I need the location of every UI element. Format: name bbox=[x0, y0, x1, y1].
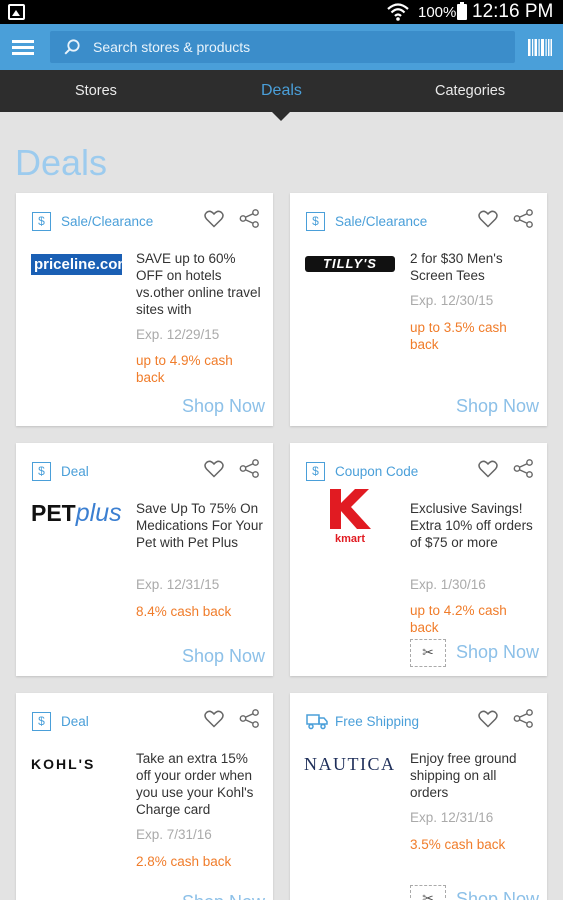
deal-card[interactable]: $ Deal KOHL'S Take an extra 15% off your… bbox=[16, 693, 273, 900]
tab-deals[interactable]: Deals bbox=[261, 82, 302, 100]
status-bar: 100% 12:16 PM bbox=[0, 0, 563, 24]
deal-expiry: Exp. 12/29/15 bbox=[136, 327, 220, 342]
shop-now-button[interactable]: Shop Now bbox=[182, 892, 265, 900]
menu-icon[interactable] bbox=[12, 40, 34, 55]
favorite-heart-icon[interactable] bbox=[478, 210, 498, 228]
dollar-icon: $ bbox=[32, 712, 51, 731]
share-icon[interactable] bbox=[239, 459, 260, 478]
store-logo-priceline: priceline.com bbox=[31, 254, 131, 275]
kmart-k-icon bbox=[330, 489, 371, 529]
share-icon[interactable] bbox=[513, 709, 534, 728]
search-icon bbox=[64, 39, 80, 55]
coupon-scissors-icon[interactable]: ✂ bbox=[410, 639, 446, 667]
wifi-icon bbox=[387, 3, 409, 21]
share-icon[interactable] bbox=[513, 209, 534, 228]
deal-card[interactable]: $ Deal PETplus Save Up To 75% On Medicat… bbox=[16, 443, 273, 676]
gallery-notification-icon bbox=[8, 4, 25, 20]
battery-percent: 100% bbox=[418, 4, 457, 21]
share-icon[interactable] bbox=[513, 459, 534, 478]
store-logo-kmart: kmart bbox=[325, 489, 375, 545]
deal-description: 2 for $30 Men's Screen Tees bbox=[410, 251, 503, 283]
truck-icon bbox=[306, 714, 328, 730]
deal-description: Save Up To 75% On Medications For Your P… bbox=[136, 501, 263, 550]
search-placeholder: Search stores & products bbox=[93, 39, 251, 55]
coupon-scissors-icon[interactable]: ✂ bbox=[410, 885, 446, 900]
search-input[interactable]: Search stores & products bbox=[50, 31, 515, 63]
clock: 12:16 PM bbox=[472, 1, 554, 22]
tab-stores[interactable]: Stores bbox=[75, 83, 117, 99]
deal-type: Sale/Clearance bbox=[61, 214, 154, 229]
dollar-icon: $ bbox=[32, 212, 51, 231]
barcode-scan-icon[interactable] bbox=[528, 39, 552, 56]
deal-description: Take an extra 15% off your order when yo… bbox=[136, 751, 254, 817]
cashback-text: 8.4% cash back bbox=[136, 604, 232, 619]
shop-now-button[interactable]: Shop Now bbox=[182, 646, 265, 667]
deal-expiry: Exp. 12/31/15 bbox=[136, 577, 220, 592]
deal-type: Deal bbox=[61, 464, 89, 479]
deal-card[interactable]: $ Sale/Clearance priceline.com SAVE up t… bbox=[16, 193, 273, 426]
dollar-icon: $ bbox=[32, 462, 51, 481]
store-logo-tillys: TILLY'S bbox=[305, 256, 395, 272]
shop-now-button[interactable]: Shop Now bbox=[456, 889, 539, 900]
shop-now-button[interactable]: Shop Now bbox=[456, 642, 539, 663]
deal-card[interactable]: Free Shipping NAUTICA Enjoy free ground … bbox=[290, 693, 547, 900]
share-icon[interactable] bbox=[239, 209, 260, 228]
share-icon[interactable] bbox=[239, 709, 260, 728]
cashback-text: 2.8% cash back bbox=[136, 854, 232, 869]
favorite-heart-icon[interactable] bbox=[204, 710, 224, 728]
dollar-icon: $ bbox=[306, 212, 325, 231]
cashback-text: up to 4.9% cash back bbox=[136, 353, 233, 385]
dollar-icon: $ bbox=[306, 462, 325, 481]
active-tab-indicator bbox=[272, 112, 290, 121]
deal-description: SAVE up to 60% OFF on hotels vs.other on… bbox=[136, 251, 261, 317]
deal-type: Sale/Clearance bbox=[335, 214, 428, 229]
deal-expiry: Exp. 7/31/16 bbox=[136, 827, 212, 842]
store-logo-petplus: PETplus bbox=[31, 499, 122, 527]
page-title: Deals bbox=[15, 142, 108, 183]
deal-description: Exclusive Savings! Extra 10% off orders … bbox=[410, 501, 533, 550]
tab-categories[interactable]: Categories bbox=[435, 83, 505, 99]
deal-expiry: Exp. 12/31/16 bbox=[410, 810, 494, 825]
deal-type: Free Shipping bbox=[335, 714, 420, 729]
favorite-heart-icon[interactable] bbox=[478, 710, 498, 728]
cashback-text: up to 3.5% cash back bbox=[410, 320, 507, 352]
favorite-heart-icon[interactable] bbox=[204, 460, 224, 478]
deal-type: Coupon Code bbox=[335, 464, 419, 479]
deal-card[interactable]: $ Sale/Clearance TILLY'S 2 for $30 Men's… bbox=[290, 193, 547, 426]
cashback-text: 3.5% cash back bbox=[410, 837, 506, 852]
favorite-heart-icon[interactable] bbox=[204, 210, 224, 228]
shop-now-button[interactable]: Shop Now bbox=[182, 396, 265, 417]
app-bar: Search stores & products bbox=[0, 24, 563, 70]
deal-card[interactable]: $ Coupon Code kmart Exclusive Savings! E… bbox=[290, 443, 547, 676]
deal-type: Deal bbox=[61, 714, 89, 729]
favorite-heart-icon[interactable] bbox=[478, 460, 498, 478]
battery-icon bbox=[457, 2, 467, 20]
tab-bar: Stores Deals Categories bbox=[0, 70, 563, 112]
store-logo-nautica: NAUTICA bbox=[304, 754, 396, 774]
deal-expiry: Exp. 12/30/15 bbox=[410, 293, 494, 308]
deal-expiry: Exp. 1/30/16 bbox=[410, 577, 486, 592]
cashback-text: up to 4.2% cash back bbox=[410, 603, 507, 635]
store-logo-kohls: KOHL'S bbox=[31, 756, 96, 772]
deal-description: Enjoy free ground shipping on all orders bbox=[410, 751, 517, 800]
shop-now-button[interactable]: Shop Now bbox=[456, 396, 539, 417]
